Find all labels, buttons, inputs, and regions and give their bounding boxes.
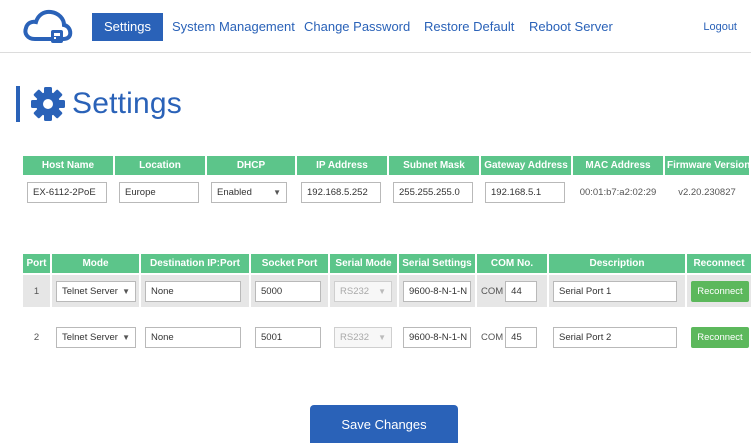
mode-select[interactable]: Telnet Server ▼ (56, 326, 136, 348)
serial-mode-select: RS232 ▼ (334, 326, 392, 348)
reconnect-button[interactable]: Reconnect (691, 326, 749, 348)
com-number-input[interactable]: 44 (505, 280, 538, 302)
com-label: COM (481, 331, 504, 343)
col-host-name: Host Name (23, 156, 113, 175)
col-description: Description (549, 254, 685, 273)
serial-mode-select: RS232 ▼ (334, 280, 392, 302)
port-row: 1 Telnet Server ▼ None 5000 RS232 ▼ 9600-8… (23, 275, 751, 307)
com-number-input[interactable]: 45 (505, 326, 538, 348)
nav-change-password[interactable]: Change Password (304, 13, 410, 41)
col-mac-address: MAC Address (573, 156, 663, 175)
chevron-down-icon: ▼ (378, 332, 386, 342)
title-accent-bar (16, 86, 20, 122)
nav-restore-default[interactable]: Restore Default (424, 13, 514, 41)
socket-port-input[interactable]: 5000 (255, 280, 321, 302)
col-destination: Destination IP:Port (141, 254, 249, 273)
col-serial-settings: Serial Settings (399, 254, 475, 273)
network-values-row: EX-6112-2PoE Europe Enabled ▼ 192.168.5.2… (23, 177, 749, 207)
chevron-down-icon: ▼ (378, 286, 386, 296)
com-label: COM (481, 285, 504, 297)
mode-value: Telnet Server (62, 285, 118, 297)
network-header-row: Host Name Location DHCP IP Address Subne… (23, 156, 749, 175)
ip-address-input[interactable]: 192.168.5.252 (301, 181, 381, 203)
port-number: 1 (23, 275, 50, 307)
chevron-down-icon: ▼ (122, 286, 130, 296)
col-gateway-address: Gateway Address (481, 156, 571, 175)
location-input[interactable]: Europe (119, 181, 199, 203)
save-changes-button[interactable]: Save Changes (310, 405, 458, 443)
col-com-no: COM No. (477, 254, 547, 273)
serial-mode-value: RS232 (340, 285, 370, 297)
dhcp-select[interactable]: Enabled ▼ (211, 181, 287, 203)
col-mode: Mode (52, 254, 139, 273)
mode-select[interactable]: Telnet Server ▼ (56, 280, 136, 302)
nav-system-management[interactable]: System Management (172, 13, 295, 41)
serial-mode-value: RS232 (340, 331, 370, 343)
col-serial-mode: Serial Mode (330, 254, 397, 273)
destination-input[interactable]: None (145, 280, 241, 302)
col-reconnect: Reconnect (687, 254, 751, 273)
chevron-down-icon: ▼ (122, 332, 130, 342)
nav-reboot-server[interactable]: Reboot Server (529, 13, 613, 41)
host-name-input[interactable]: EX-6112-2PoE (27, 181, 107, 203)
col-ip-address: IP Address (297, 156, 387, 175)
col-firmware-version: Firmware Version (665, 156, 749, 175)
subnet-mask-input[interactable]: 255.255.255.0 (393, 181, 473, 203)
page-title: Settings (72, 87, 182, 120)
description-input[interactable]: Serial Port 2 (553, 326, 677, 348)
mode-value: Telnet Server (62, 331, 118, 343)
serial-settings-input[interactable]: 9600-8-N-1-N (403, 326, 471, 348)
gear-icon (31, 87, 65, 121)
logout-link[interactable]: Logout (703, 13, 737, 41)
destination-input[interactable]: None (145, 326, 241, 348)
port-row: 2 Telnet Server ▼ None 5001 RS232 ▼ 9600-8… (23, 321, 751, 353)
dhcp-value: Enabled (217, 186, 252, 198)
spacer-cell (23, 309, 751, 319)
description-input[interactable]: Serial Port 1 (553, 280, 677, 302)
page-heading: Settings (16, 84, 182, 124)
col-socket-port: Socket Port (251, 254, 328, 273)
reconnect-button[interactable]: Reconnect (691, 280, 749, 302)
serial-ports-table: Port Mode Destination IP:Port Socket Por… (21, 252, 751, 355)
ports-header-row: Port Mode Destination IP:Port Socket Por… (23, 254, 751, 273)
top-navigation: Settings System Management Change Passwo… (0, 0, 751, 53)
cloud-logo-icon[interactable] (21, 8, 73, 46)
firmware-version-value: v2.20.230827 (678, 186, 736, 198)
chevron-down-icon: ▼ (273, 187, 281, 197)
col-location: Location (115, 156, 205, 175)
gateway-input[interactable]: 192.168.5.1 (485, 181, 565, 203)
port-number: 2 (23, 321, 50, 353)
nav-settings[interactable]: Settings (92, 13, 163, 41)
col-subnet-mask: Subnet Mask (389, 156, 479, 175)
mac-address-value: 00:01:b7:a2:02:29 (579, 186, 657, 198)
socket-port-input[interactable]: 5001 (255, 326, 321, 348)
row-spacer (23, 309, 751, 319)
network-settings-table: Host Name Location DHCP IP Address Subne… (21, 154, 751, 209)
col-dhcp: DHCP (207, 156, 295, 175)
serial-settings-input[interactable]: 9600-8-N-1-N (403, 280, 471, 302)
col-port: Port (23, 254, 50, 273)
